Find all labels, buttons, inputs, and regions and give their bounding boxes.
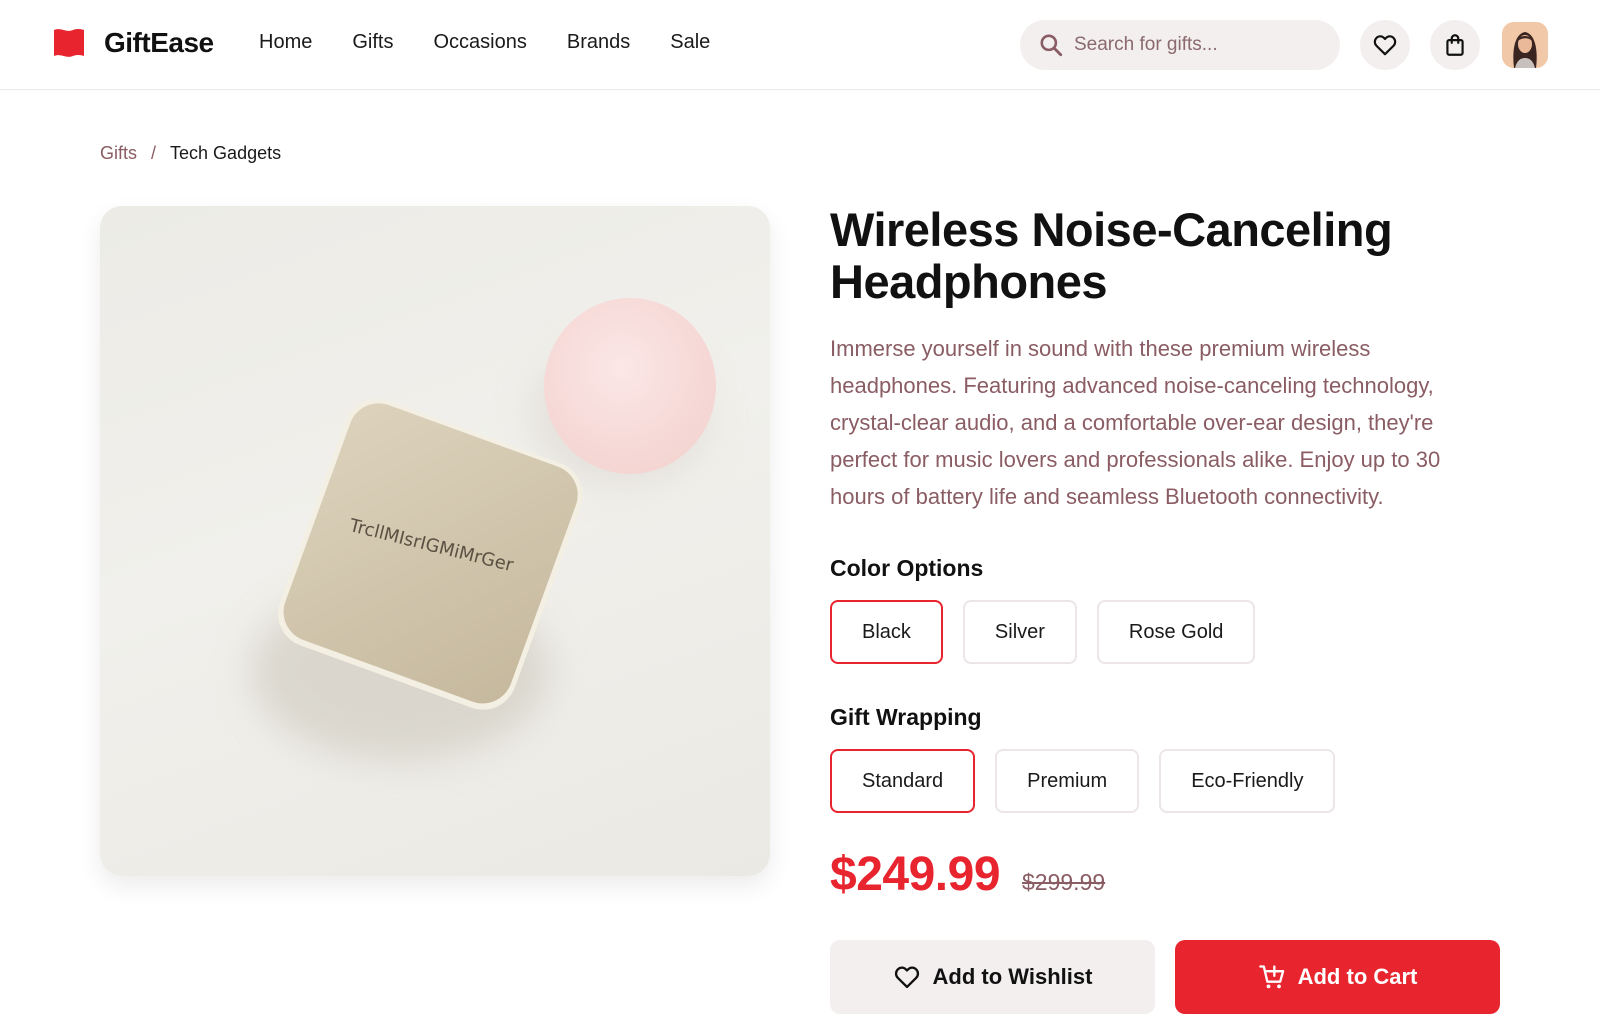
add-to-cart-button[interactable]: Add to Cart (1175, 940, 1500, 1014)
add-to-cart-label: Add to Cart (1297, 964, 1418, 989)
price-row: $249.99 $299.99 (830, 847, 1510, 902)
wishlist-button[interactable] (1360, 20, 1410, 70)
current-price: $249.99 (830, 848, 1001, 901)
color-options-label: Color Options (830, 555, 984, 581)
wrap-option-eco-friendly[interactable]: Eco-Friendly (1159, 749, 1336, 813)
main-nav: Home Gifts Occasions Brands Sale (259, 31, 710, 54)
product-photo: TrcllMIsrIGMiMrGer (250, 298, 716, 761)
shopping-bag-icon (1446, 34, 1464, 56)
color-option-rose-gold[interactable]: Rose Gold (1096, 600, 1256, 664)
purchase-actions: Add to Wishlist Add to Cart (830, 940, 1510, 1014)
color-options: Black Silver Rose Gold (830, 600, 1510, 664)
product-image: TrcllMIsrIGMiMrGer (100, 206, 770, 876)
breadcrumb-separator: / (151, 143, 157, 163)
search-input[interactable] (1074, 34, 1314, 56)
nav-item-gifts[interactable]: Gifts (352, 31, 393, 54)
brand-logo[interactable]: GiftEase (52, 26, 214, 60)
cart-button[interactable] (1430, 20, 1480, 70)
add-to-wishlist-label: Add to Wishlist (932, 964, 1093, 989)
color-option-silver[interactable]: Silver (962, 600, 1077, 664)
breadcrumb-link-gifts[interactable]: Gifts (100, 143, 137, 164)
add-to-wishlist-button[interactable]: Add to Wishlist (830, 940, 1155, 1014)
product-title: Wireless Noise-Canceling Headphones (830, 203, 1393, 308)
wrap-option-standard[interactable]: Standard (830, 749, 976, 813)
nav-item-occasions[interactable]: Occasions (433, 31, 526, 54)
flag-logo-icon (54, 29, 84, 57)
avatar[interactable] (1502, 22, 1548, 68)
cart-plus-icon (1258, 965, 1284, 989)
brand-name: GiftEase (104, 27, 214, 58)
original-price: $299.99 (1022, 869, 1106, 895)
breadcrumb: Gifts / Tech Gadgets (100, 143, 281, 164)
gift-wrapping-options: Standard Premium Eco-Friendly (830, 749, 1510, 813)
nav-item-brands[interactable]: Brands (567, 31, 630, 54)
top-header: GiftEase Home Gifts Occasions Brands Sal… (0, 0, 1600, 90)
color-option-black[interactable]: Black (830, 600, 943, 664)
product-details: Wireless Noise-Canceling Headphones Imme… (830, 204, 1510, 1014)
heart-icon (1373, 35, 1397, 56)
wrap-option-premium[interactable]: Premium (995, 749, 1140, 813)
nav-item-home[interactable]: Home (259, 31, 312, 54)
breadcrumb-current: Tech Gadgets (170, 143, 282, 163)
heart-icon (894, 966, 919, 989)
user-avatar-icon (1502, 22, 1548, 68)
nav-item-sale[interactable]: Sale (670, 31, 710, 54)
product-description: Immerse yourself in sound with these pre… (830, 336, 1441, 509)
gift-wrapping-label: Gift Wrapping (830, 704, 982, 730)
search-bar[interactable] (1020, 20, 1340, 70)
search-icon (1040, 34, 1063, 57)
